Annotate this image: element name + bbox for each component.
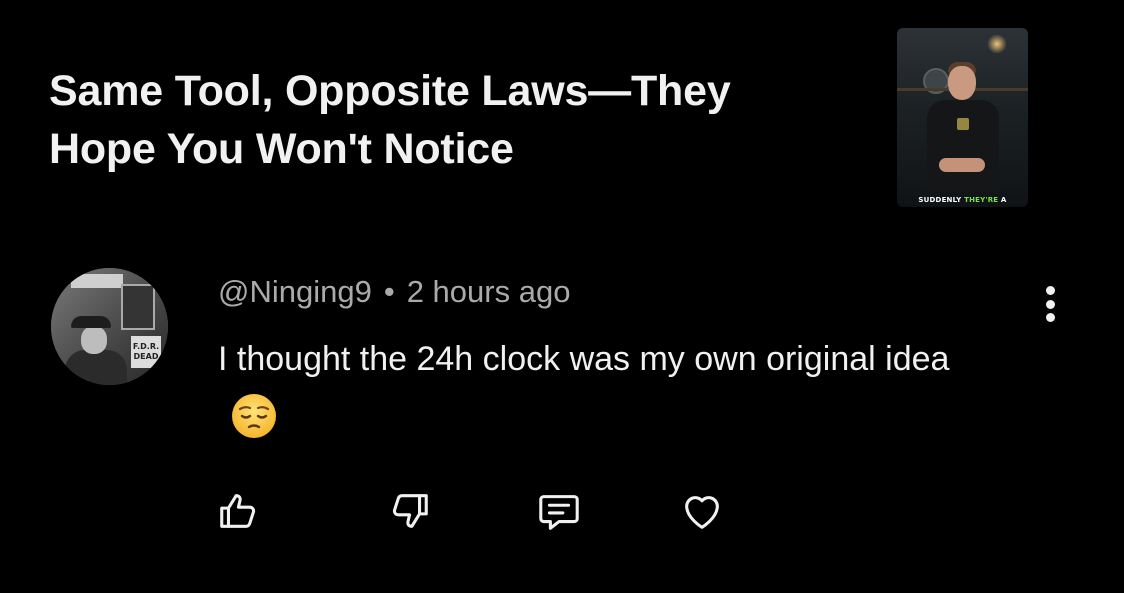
avatar-person-face: [81, 326, 107, 354]
reply-comment-icon: [539, 495, 579, 530]
comment-text: I thought the 24h clock was my own origi…: [218, 340, 950, 378]
avatar-sign-text: F.D.R. DEAD: [132, 342, 160, 361]
more-options-button[interactable]: [1030, 282, 1070, 326]
comment: F.D.R. DEAD @Ninging9 • 2 hours ago I thou…: [0, 0, 1124, 593]
meta-separator: •: [383, 274, 395, 309]
avatar-person-coat: [65, 350, 127, 385]
comment-author[interactable]: @Ninging9: [218, 274, 372, 309]
avatar[interactable]: F.D.R. DEAD: [51, 268, 168, 385]
comment-time: 2 hours ago: [406, 274, 571, 309]
comment-view: Same Tool, Opposite Laws—They Hope You W…: [0, 0, 1124, 593]
comment-body: I thought the 24h clock was my own origi…: [218, 330, 978, 446]
more-vertical-icon-dot: [1045, 286, 1055, 295]
heart-button[interactable]: [677, 486, 727, 536]
thumbs-down-icon: [392, 494, 428, 528]
pensive-face-icon: [232, 394, 276, 439]
reply-button[interactable]: [534, 486, 584, 536]
avatar-poster: [121, 284, 155, 330]
more-vertical-icon-dot: [1045, 313, 1055, 322]
heart-icon: [685, 496, 719, 529]
avatar-headline-sign: F.D.R. DEAD: [131, 336, 161, 368]
avatar-newspaper-sign: [71, 274, 123, 288]
comment-meta: @Ninging9 • 2 hours ago: [218, 270, 570, 314]
like-button[interactable]: [214, 486, 264, 536]
avatar-person-hat: [71, 316, 111, 328]
dislike-button[interactable]: [384, 486, 434, 536]
more-vertical-icon-dot: [1045, 299, 1055, 309]
thumbs-up-icon: [220, 494, 256, 528]
